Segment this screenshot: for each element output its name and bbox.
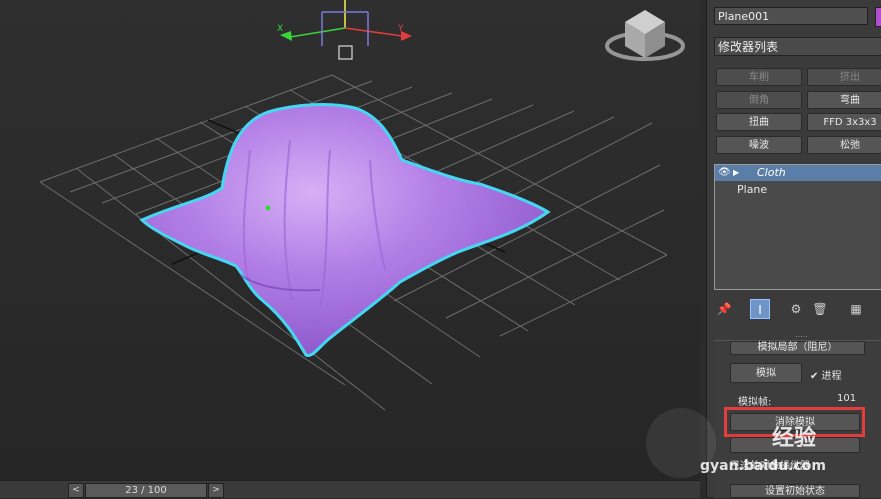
prev-frame-button[interactable]: <: [68, 483, 84, 498]
stack-toolbar: 📌 I ⚙ 🗑 ▦: [714, 299, 881, 321]
simulate-local-damped-button[interactable]: 模拟局部（阻尼）: [730, 341, 865, 355]
make-unique-icon[interactable]: ⚙: [786, 299, 806, 319]
modifier-extrude-button[interactable]: 挤出: [807, 68, 881, 86]
object-name-input[interactable]: Plane001: [714, 7, 868, 25]
modifier-lathe-button[interactable]: 车削: [716, 68, 802, 86]
stack-item-plane[interactable]: Plane: [715, 182, 881, 198]
cloth-object: [139, 103, 551, 358]
stack-item-cloth[interactable]: 👁 ▶ Cloth: [715, 165, 881, 181]
modifier-ffd-button[interactable]: FFD 3x3x3: [807, 113, 881, 131]
configure-icon[interactable]: ▦: [846, 299, 866, 319]
watermark-url: gyan.baidu.com: [700, 458, 826, 474]
show-end-result-icon[interactable]: I: [750, 299, 770, 319]
stack-item-label: Cloth: [757, 166, 786, 179]
object-color-swatch[interactable]: [875, 7, 881, 27]
sim-frames-label: 模拟帧:: [738, 397, 772, 408]
cloth-rollout: 模拟局部（阻尼） 模拟 ✔ 进程 模拟帧: 101 消除模拟 已选的对象操纵器 …: [714, 340, 881, 498]
eye-icon[interactable]: 👁: [718, 165, 731, 181]
remove-modifier-icon[interactable]: 🗑: [810, 299, 830, 319]
modifier-noise-button[interactable]: 噪波: [716, 136, 802, 154]
watermark-brand: 经验: [772, 426, 817, 451]
sim-frames-value: 101: [837, 393, 857, 404]
time-slider[interactable]: < 23 / 100 >: [0, 480, 700, 498]
modifier-stack[interactable]: 👁 ▶ Cloth Plane: [714, 164, 881, 290]
view-cube-icon: [605, 10, 685, 61]
panel-separator[interactable]: .....: [795, 331, 809, 339]
pin-icon[interactable]: 📌: [714, 299, 734, 319]
progress-checkbox[interactable]: ✔ 进程: [810, 367, 842, 382]
modifier-twist-button[interactable]: 扭曲: [716, 113, 802, 131]
simulate-button[interactable]: 模拟: [730, 363, 802, 383]
set-initial-state-button[interactable]: 设置初始状态: [730, 484, 860, 498]
viewport-perspective[interactable]: X Y: [0, 0, 700, 480]
modifier-bevel-button[interactable]: 倒角: [716, 91, 802, 109]
viewport-canvas: [39, 0, 685, 411]
modifier-list-dropdown[interactable]: 修改器列表: [714, 37, 881, 56]
gizmo-x-label: X: [277, 24, 284, 34]
next-frame-button[interactable]: >: [208, 483, 224, 498]
modifier-relax-button[interactable]: 松弛: [807, 136, 881, 154]
transform-gizmo: [280, 0, 412, 60]
expand-arrow-icon[interactable]: ▶: [733, 165, 739, 181]
frame-counter[interactable]: 23 / 100: [85, 483, 207, 498]
gizmo-y-label: Y: [398, 24, 404, 34]
modifier-bend-button[interactable]: 弯曲: [807, 91, 881, 109]
